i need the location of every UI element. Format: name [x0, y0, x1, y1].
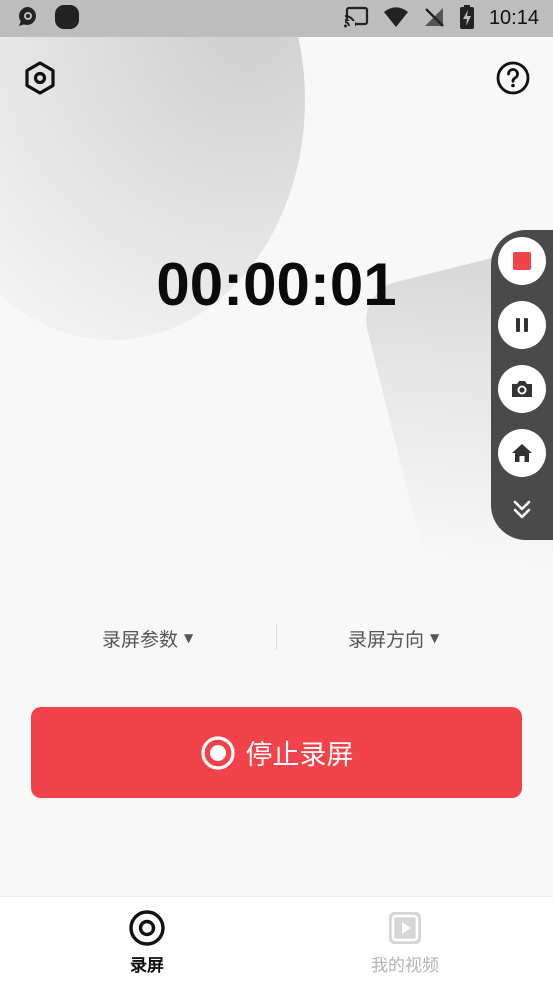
- status-right: 10:14: [342, 4, 539, 33]
- stop-recording-button[interactable]: 停止录屏: [31, 707, 522, 798]
- nav-tab-my-videos-label: 我的视频: [371, 956, 439, 976]
- record-icon: [200, 735, 235, 770]
- recording-params-dropdown[interactable]: 录屏参数 ▼: [102, 618, 193, 658]
- recording-params-label: 录屏参数: [102, 628, 179, 651]
- caret-down-icon: ▼: [430, 631, 440, 645]
- status-left: [16, 4, 80, 34]
- stop-recording-label: 停止录屏: [245, 740, 354, 771]
- home-icon: [512, 444, 532, 462]
- pause-icon: [516, 318, 528, 332]
- no-signal-icon: [423, 6, 445, 32]
- nav-tab-my-videos[interactable]: 我的视频: [345, 909, 465, 976]
- floating-screenshot-button[interactable]: [498, 365, 546, 413]
- floating-stop-button[interactable]: [498, 237, 546, 285]
- help-button[interactable]: [493, 58, 533, 98]
- collapse-icon: [513, 500, 531, 519]
- camera-icon: [512, 381, 532, 397]
- floating-toolbar: [491, 230, 553, 540]
- settings-hexagon-icon: [25, 61, 55, 95]
- nav-tab-record[interactable]: 录屏: [87, 909, 207, 976]
- recording-orientation-label: 录屏方向: [348, 628, 425, 651]
- stop-icon: [513, 252, 531, 270]
- recording-orientation-dropdown[interactable]: 录屏方向 ▼: [348, 618, 439, 658]
- cast-icon: [342, 6, 369, 32]
- floating-collapse-button[interactable]: [498, 490, 546, 530]
- caret-down-icon: ▼: [184, 631, 194, 645]
- floating-pause-button[interactable]: [498, 301, 546, 349]
- help-icon: [496, 61, 530, 95]
- record-tab-icon: [129, 910, 165, 946]
- notification-dot-icon: [54, 4, 80, 34]
- settings-button[interactable]: [20, 58, 60, 98]
- recording-timer: 00:00:01: [156, 251, 397, 318]
- video-tab-icon: [389, 912, 421, 944]
- battery-charging-icon: [459, 4, 475, 33]
- nav-tab-record-label: 录屏: [130, 956, 164, 976]
- screen: 10:14 00:00:01 录屏参数 ▼ 录屏方向 ▼ 停止录屏 录屏 我的视…: [0, 0, 553, 983]
- status-bar: 10:14: [0, 0, 553, 37]
- wifi-icon: [383, 6, 409, 32]
- options-divider: [276, 624, 277, 650]
- bottom-navigation: 录屏 我的视频: [0, 896, 553, 983]
- status-time: 10:14: [488, 7, 539, 29]
- notification-chat-icon: [16, 5, 40, 33]
- floating-home-button[interactable]: [498, 429, 546, 477]
- recording-options: 录屏参数 ▼ 录屏方向 ▼: [0, 618, 553, 658]
